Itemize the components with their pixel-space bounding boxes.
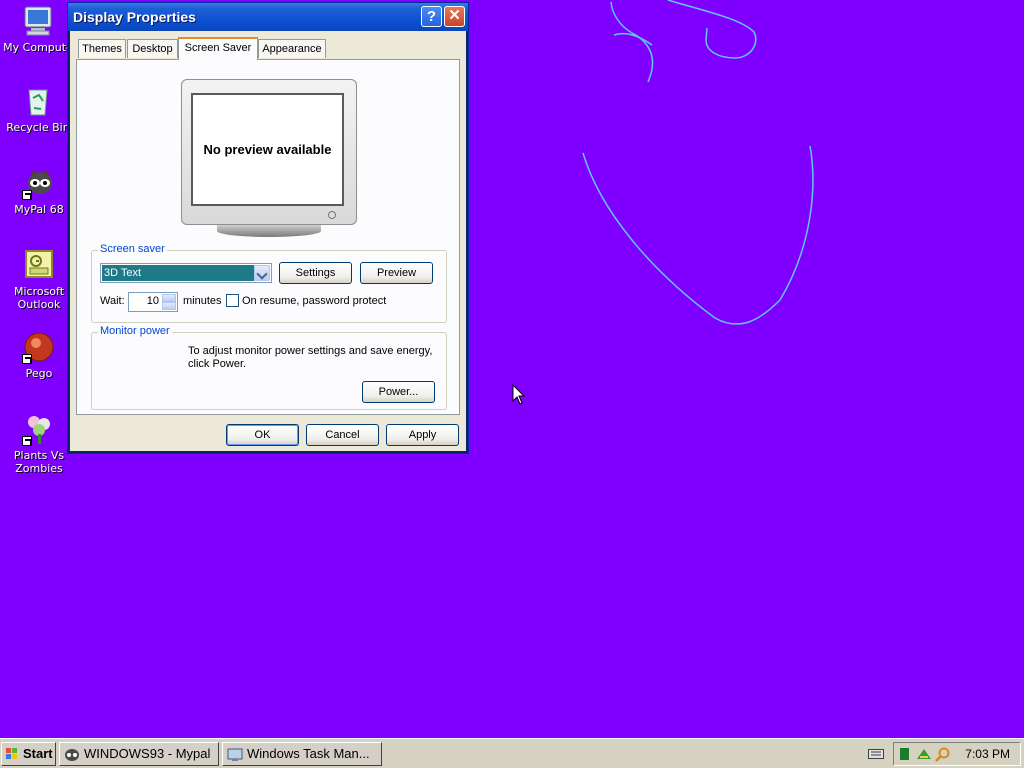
tab-appearance[interactable]: Appearance: [258, 39, 326, 58]
taskbar: Start WINDOWS93 - Mypal Windows Task Man…: [0, 738, 1024, 768]
wait-minutes-value: 10: [146, 295, 159, 307]
taskbar-item-label: Windows Task Man...: [247, 746, 370, 761]
preview-button[interactable]: Preview: [360, 262, 433, 284]
tab-desktop[interactable]: Desktop: [127, 39, 178, 58]
title-bar[interactable]: Display Properties ? ✕: [68, 3, 468, 31]
settings-button[interactable]: Settings: [279, 262, 352, 284]
preview-screen: No preview available: [191, 93, 344, 206]
ok-button[interactable]: OK: [226, 424, 299, 446]
screen-saver-panel: No preview available Screen saver 3D Tex…: [76, 59, 460, 415]
monitor-power-group: Monitor power To adjust monitor power se…: [91, 325, 447, 410]
shortcut-arrow-icon: [22, 190, 32, 200]
window-title: Display Properties: [73, 9, 196, 25]
monitor-preview: No preview available: [181, 79, 357, 225]
desktop-icon-label: MyPal 68: [14, 203, 64, 216]
wait-minutes-stepper[interactable]: 10: [128, 292, 178, 312]
mouse-cursor-icon: [512, 384, 526, 405]
cancel-button[interactable]: Cancel: [306, 424, 379, 446]
mypal-task-icon: [64, 747, 80, 761]
desktop-icon-label: Microsoft Outlook: [13, 285, 65, 311]
desktop-icon-my-computer[interactable]: My Compute: [0, 4, 76, 54]
screen-saver-selected: 3D Text: [102, 265, 254, 281]
close-button[interactable]: ✕: [444, 6, 465, 27]
spin-down-icon[interactable]: [162, 302, 176, 310]
desktop-icon-label: Recycle Bin: [6, 121, 70, 134]
desktop-icon-recycle-bin[interactable]: Recycle Bin: [0, 84, 76, 134]
monitor-power-description: To adjust monitor power settings and sav…: [188, 345, 433, 370]
task-manager-icon: [227, 747, 243, 761]
desktop-icon-mypal[interactable]: MyPal 68: [1, 166, 77, 216]
search-icon[interactable]: [934, 747, 950, 766]
taskbar-item-task-manager[interactable]: Windows Task Man...: [222, 742, 382, 766]
password-protect-checkbox[interactable]: [226, 294, 239, 307]
tab-screen-saver[interactable]: Screen Saver: [178, 37, 258, 60]
desktop-icon-label: My Compute: [3, 41, 73, 54]
minutes-label: minutes: [183, 295, 222, 307]
desktop-icon-label: Pego: [25, 367, 53, 380]
taskbar-item-label: WINDOWS93 - Mypal: [84, 746, 211, 761]
dialog-client-area: Themes Desktop Screen Saver Appearance N…: [70, 31, 466, 451]
power-led-icon: [328, 211, 336, 219]
taskbar-item-mypal[interactable]: WINDOWS93 - Mypal: [59, 742, 219, 766]
monitor-base: [217, 225, 321, 237]
shortcut-arrow-icon: [22, 436, 32, 446]
windows-logo-icon: [6, 748, 18, 760]
desktop-icon-label: Plants Vs Zombies: [13, 449, 65, 475]
pego-icon: [22, 330, 56, 364]
power-button[interactable]: Power...: [362, 381, 435, 403]
wait-label: Wait:: [100, 295, 125, 307]
help-button[interactable]: ?: [421, 6, 442, 27]
desktop-icon-plants-vs-zombies[interactable]: Plants Vs Zombies: [1, 412, 77, 475]
apply-button[interactable]: Apply: [386, 424, 459, 446]
screen-saver-select[interactable]: 3D Text: [100, 263, 272, 283]
sync-icon[interactable]: [916, 747, 932, 764]
keyboard-icon[interactable]: [868, 748, 884, 763]
desktop-icon-pego[interactable]: Pego: [1, 330, 77, 380]
spin-up-icon[interactable]: [162, 294, 176, 302]
mypal-icon: [22, 166, 56, 200]
recycle-bin-icon: [21, 84, 55, 118]
desktop-icon-outlook[interactable]: Microsoft Outlook: [1, 248, 77, 311]
screen-saver-group-label: Screen saver: [98, 243, 167, 255]
start-button[interactable]: Start: [1, 742, 56, 766]
display-properties-window: Display Properties ? ✕ Themes Desktop Sc…: [67, 2, 469, 454]
outlook-icon: [22, 248, 56, 282]
system-tray: 7:03 PM: [893, 742, 1021, 766]
clock[interactable]: 7:03 PM: [965, 747, 1010, 761]
my-computer-icon: [21, 4, 55, 38]
monitor-power-group-label: Monitor power: [98, 325, 172, 337]
screen-saver-group: Screen saver 3D Text Settings Preview Wa…: [91, 243, 447, 323]
chevron-down-icon[interactable]: [254, 265, 270, 281]
tab-themes[interactable]: Themes: [78, 39, 126, 58]
plants-vs-zombies-icon: [22, 412, 56, 446]
password-protect-label[interactable]: On resume, password protect: [242, 295, 386, 307]
shortcut-arrow-icon: [22, 354, 32, 364]
network-icon[interactable]: [900, 748, 910, 763]
start-label: Start: [23, 746, 53, 761]
preview-text: No preview available: [203, 142, 332, 157]
